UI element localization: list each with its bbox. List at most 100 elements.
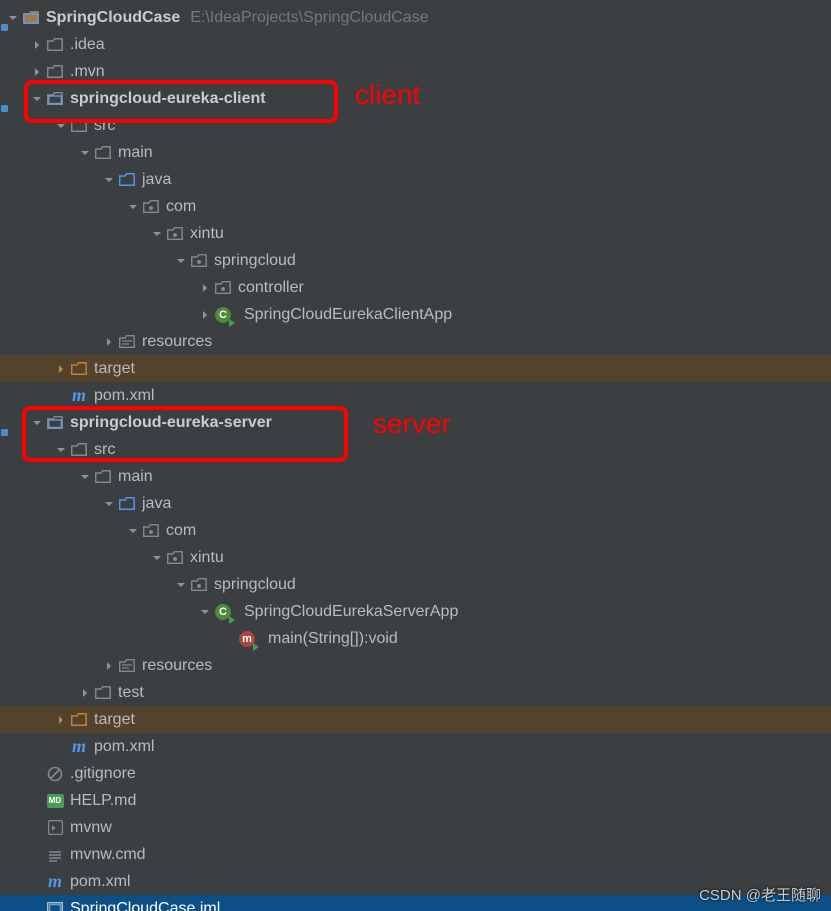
tree-row[interactable]: main: [0, 139, 831, 166]
chevron-down-icon[interactable]: [126, 524, 140, 538]
chevron-down-icon[interactable]: [198, 605, 212, 619]
chevron-down-icon[interactable]: [6, 11, 20, 25]
resource-folder-icon: [118, 657, 136, 675]
resource-folder-icon: [118, 333, 136, 351]
tree-row[interactable]: mvnw.cmd: [0, 841, 831, 868]
class-icon: C: [214, 603, 232, 621]
tree-row[interactable]: com: [0, 517, 831, 544]
tree-row[interactable]: target: [0, 355, 831, 382]
tree-row[interactable]: java: [0, 490, 831, 517]
file-label: pom.xml: [70, 873, 130, 891]
chevron-right-icon[interactable]: [198, 281, 212, 295]
chevron-down-icon[interactable]: [150, 227, 164, 241]
folder-label: resources: [142, 657, 212, 675]
tree-row[interactable]: target: [0, 706, 831, 733]
file-label: .gitignore: [70, 765, 136, 783]
method-icon: m: [238, 630, 256, 648]
tree-row-module-client[interactable]: springcloud-eureka-client: [0, 85, 831, 112]
chevron-down-icon[interactable]: [102, 173, 116, 187]
tree-row[interactable]: com: [0, 193, 831, 220]
module-icon: [46, 414, 64, 432]
tree-row[interactable]: springcloud: [0, 571, 831, 598]
folder-label: test: [118, 684, 144, 702]
module-icon: [46, 90, 64, 108]
shell-script-icon: [46, 819, 64, 837]
chevron-down-icon[interactable]: [78, 470, 92, 484]
tree-row[interactable]: test: [0, 679, 831, 706]
chevron-right-icon[interactable]: [102, 335, 116, 349]
tree-row[interactable]: m pom.xml: [0, 382, 831, 409]
tree-row[interactable]: main: [0, 463, 831, 490]
maven-file-icon: m: [70, 738, 88, 756]
folder-icon: [46, 36, 64, 54]
chevron-right-icon[interactable]: [54, 362, 68, 376]
tree-row-root[interactable]: SpringCloudCase E:\IdeaProjects\SpringCl…: [0, 4, 831, 31]
class-label: SpringCloudEurekaServerApp: [244, 603, 458, 621]
tree-row[interactable]: resources: [0, 652, 831, 679]
text-file-icon: [46, 846, 64, 864]
package-label: com: [166, 198, 196, 216]
file-label: HELP.md: [70, 792, 136, 810]
package-icon: [166, 225, 184, 243]
folder-label: src: [94, 441, 115, 459]
gitignore-icon: [46, 765, 64, 783]
tree-row[interactable]: xintu: [0, 544, 831, 571]
class-icon: C: [214, 306, 232, 324]
module-name: springcloud-eureka-client: [70, 90, 266, 108]
tree-row[interactable]: resources: [0, 328, 831, 355]
module-name: springcloud-eureka-server: [70, 414, 272, 432]
folder-label: target: [94, 360, 135, 378]
chevron-down-icon[interactable]: [54, 119, 68, 133]
chevron-down-icon[interactable]: [150, 551, 164, 565]
package-label: springcloud: [214, 576, 296, 594]
chevron-right-icon[interactable]: [30, 65, 44, 79]
tree-row[interactable]: C SpringCloudEurekaClientApp: [0, 301, 831, 328]
chevron-down-icon[interactable]: [30, 416, 44, 430]
file-label: SpringCloudCase.iml: [70, 900, 220, 911]
tree-row[interactable]: m main(String[]):void: [0, 625, 831, 652]
package-label: controller: [238, 279, 304, 297]
tree-row[interactable]: springcloud: [0, 247, 831, 274]
folder-label: java: [142, 171, 171, 189]
chevron-down-icon[interactable]: [102, 497, 116, 511]
tree-row[interactable]: C SpringCloudEurekaServerApp: [0, 598, 831, 625]
tree-row[interactable]: .gitignore: [0, 760, 831, 787]
folder-icon: [94, 684, 112, 702]
tree-row[interactable]: src: [0, 436, 831, 463]
chevron-down-icon[interactable]: [54, 443, 68, 457]
package-icon: [166, 549, 184, 567]
maven-file-icon: m: [46, 873, 64, 891]
root-name: SpringCloudCase: [46, 9, 180, 27]
chevron-right-icon[interactable]: [30, 38, 44, 52]
tree-row[interactable]: controller: [0, 274, 831, 301]
maven-file-icon: m: [70, 387, 88, 405]
project-tree[interactable]: SpringCloudCase E:\IdeaProjects\SpringCl…: [0, 0, 831, 911]
folder-icon: [70, 117, 88, 135]
chevron-down-icon[interactable]: [78, 146, 92, 160]
tree-row[interactable]: m pom.xml: [0, 733, 831, 760]
tree-row[interactable]: .mvn: [0, 58, 831, 85]
chevron-right-icon[interactable]: [198, 308, 212, 322]
package-icon: [190, 576, 208, 594]
chevron-down-icon[interactable]: [30, 92, 44, 106]
chevron-right-icon[interactable]: [102, 659, 116, 673]
tree-row[interactable]: mvnw: [0, 814, 831, 841]
chevron-right-icon[interactable]: [78, 686, 92, 700]
chevron-right-icon[interactable]: [54, 713, 68, 727]
package-label: com: [166, 522, 196, 540]
chevron-down-icon[interactable]: [174, 254, 188, 268]
package-icon: [190, 252, 208, 270]
folder-label: java: [142, 495, 171, 513]
package-label: springcloud: [214, 252, 296, 270]
tree-row-module-server[interactable]: springcloud-eureka-server: [0, 409, 831, 436]
tree-row[interactable]: xintu: [0, 220, 831, 247]
tree-row[interactable]: .idea: [0, 31, 831, 58]
chevron-down-icon[interactable]: [174, 578, 188, 592]
tree-row[interactable]: MD HELP.md: [0, 787, 831, 814]
tree-row[interactable]: java: [0, 166, 831, 193]
package-icon: [142, 522, 160, 540]
chevron-down-icon[interactable]: [126, 200, 140, 214]
watermark: CSDN @老王随聊: [699, 884, 821, 905]
package-icon: [214, 279, 232, 297]
tree-row[interactable]: src: [0, 112, 831, 139]
